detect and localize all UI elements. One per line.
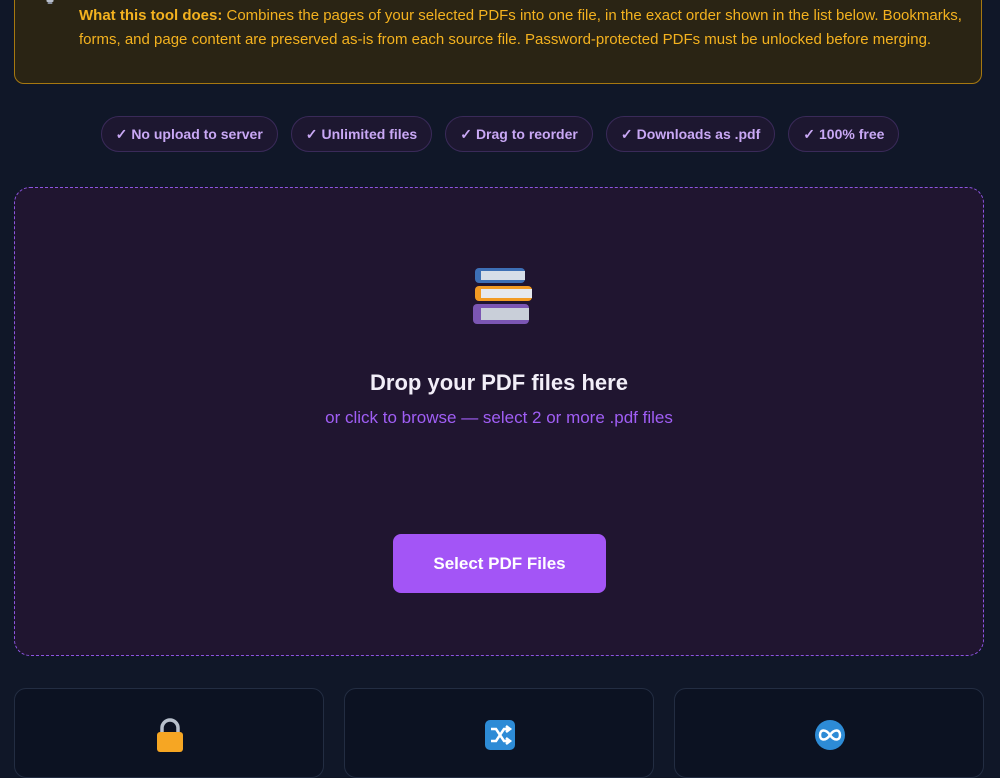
check-icon: ✓ [305, 125, 318, 142]
check-icon: ✓ [460, 125, 472, 142]
badge-downloads-pdf: ✓ Downloads as .pdf [605, 116, 776, 152]
check-icon: ✓ [115, 125, 128, 142]
pdf-dropzone[interactable]: Drop your PDF files here or click to bro… [14, 187, 984, 656]
feature-card-reorder [344, 688, 654, 778]
badge-unlimited-files: ✓ Unlimited files [290, 116, 433, 152]
info-heading: What this tool does: [79, 7, 223, 24]
info-box: What this tool does: Combines the pages … [14, 0, 982, 84]
books-icon [473, 268, 532, 324]
badge-label: Downloads as .pdf [636, 126, 761, 142]
dropzone-title: Drop your PDF files here [370, 370, 628, 395]
lock-icon [157, 718, 183, 752]
dropzone-subtitle: or click to browse — select 2 or more .p… [325, 408, 673, 427]
badge-label: Drag to reorder [475, 126, 578, 142]
badge-label: 100% free [819, 126, 885, 142]
badge-label: Unlimited files [321, 126, 418, 142]
badge-label: No upload to server [131, 126, 263, 142]
feature-badges: ✓ No upload to server ✓ Unlimited files ✓ D… [0, 116, 1000, 152]
badge-free: ✓ 100% free [788, 116, 900, 152]
check-icon: ✓ [620, 125, 633, 142]
select-pdf-files-button[interactable]: Select PDF Files [393, 534, 606, 593]
check-icon: ✓ [803, 125, 816, 142]
feature-card-privacy [14, 688, 324, 778]
lightbulb-icon [46, 0, 54, 4]
shuffle-icon [485, 720, 515, 750]
infinity-icon [815, 720, 845, 750]
badge-drag-reorder: ✓ Drag to reorder [445, 116, 593, 152]
feature-card-unlimited [674, 688, 984, 778]
badge-no-upload: ✓ No upload to server [100, 116, 278, 152]
info-text: What this tool does: Combines the pages … [79, 4, 984, 52]
